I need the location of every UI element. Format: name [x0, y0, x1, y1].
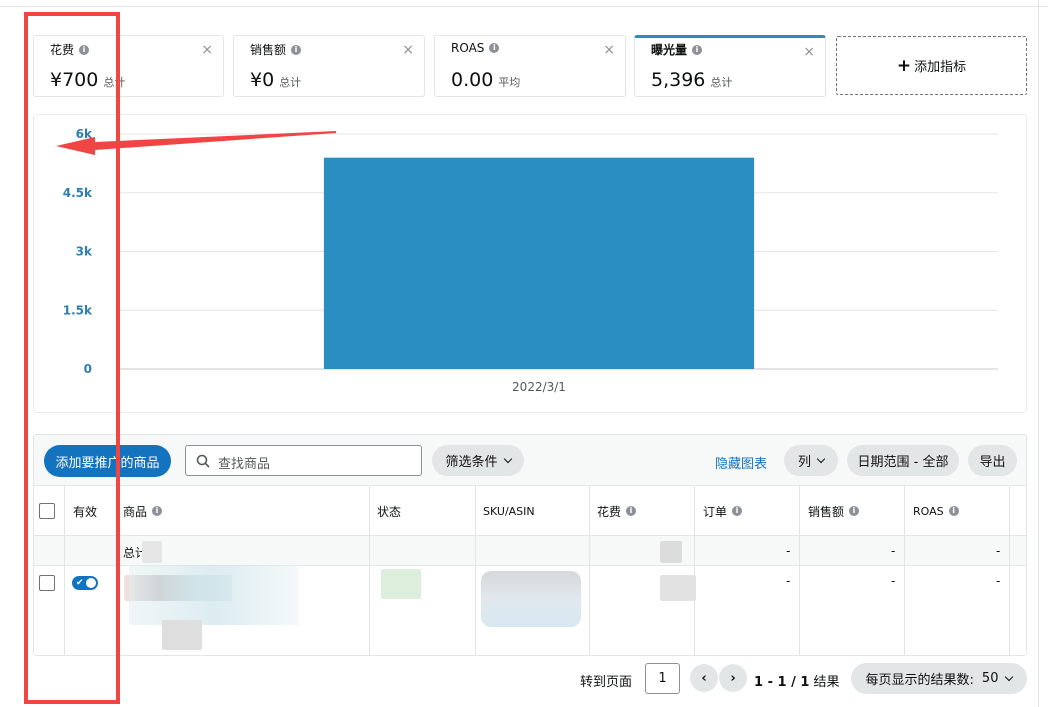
- column-divider: [475, 486, 476, 655]
- metric-card-sales[interactable]: 销售额 i × ¥0 总计: [233, 35, 425, 97]
- search-placeholder: 查找商品: [218, 457, 271, 472]
- right-divider: [1038, 0, 1039, 707]
- info-icon: i: [626, 506, 637, 516]
- metric-title: 销售额 i: [250, 41, 302, 58]
- redacted-status: [381, 569, 421, 599]
- column-divider: [1009, 486, 1010, 655]
- chevron-down-icon: [816, 454, 826, 463]
- prev-page-button[interactable]: ‹: [690, 664, 718, 692]
- x-tick-label: 2022/3/1: [512, 380, 566, 394]
- info-icon[interactable]: i: [489, 43, 500, 53]
- metric-title: 曝光量 i: [651, 41, 703, 58]
- total-orders: -: [786, 544, 791, 558]
- columns-dropdown[interactable]: 列: [784, 445, 838, 476]
- column-divider: [589, 486, 590, 655]
- plus-icon: +: [896, 55, 912, 76]
- column-divider: [799, 486, 800, 655]
- date-range-button[interactable]: 日期范围 - 全部: [847, 445, 959, 476]
- next-page-button[interactable]: ›: [719, 664, 747, 692]
- bar-chart: 01.5k3k4.5k6k2022/3/1: [63, 127, 998, 394]
- header-sku-asin[interactable]: SKU/ASIN: [483, 486, 535, 536]
- metric-value: 0.00: [451, 69, 494, 91]
- filter-label: 筛选条件: [445, 455, 498, 470]
- column-divider: [694, 486, 695, 655]
- goto-page-label: 转到页面: [580, 675, 633, 690]
- close-icon[interactable]: ×: [402, 42, 414, 58]
- table-row-total: 总计 - - -: [34, 536, 1026, 566]
- info-icon[interactable]: i: [291, 44, 302, 55]
- column-divider: [904, 486, 905, 655]
- per-page-dropdown[interactable]: 每页显示的结果数: 50: [851, 663, 1027, 694]
- info-icon: i: [948, 506, 959, 516]
- redacted-sku: [481, 571, 581, 627]
- chart-container: 0 1.5k 3k 4.5k 6k 2022/3/1: [33, 114, 1027, 413]
- export-button[interactable]: 导出: [968, 445, 1017, 476]
- info-icon: i: [732, 506, 743, 516]
- annotation-highlight-box: [24, 12, 120, 704]
- metric-sub: 平均: [498, 76, 521, 89]
- close-icon[interactable]: ×: [603, 42, 615, 58]
- add-metric-label: 添加指标: [914, 60, 967, 75]
- header-roas[interactable]: ROAS i: [913, 486, 959, 536]
- redacted-block: [142, 541, 162, 563]
- table-toolbar: 添加要推广的商品 查找商品 筛选条件 隐藏图表 列 日期范围 - 全部 导出: [34, 435, 1026, 486]
- header-status[interactable]: 状态: [377, 486, 401, 536]
- product-table-panel: 添加要推广的商品 查找商品 筛选条件 隐藏图表 列 日期范围 - 全部 导出 有…: [33, 434, 1027, 656]
- redacted-product-name: [129, 565, 299, 625]
- add-metric-button[interactable]: + 添加指标: [836, 36, 1027, 95]
- column-divider: [369, 486, 370, 655]
- metric-card-impressions[interactable]: 曝光量 i × 5,396 总计: [634, 35, 826, 97]
- metric-sub: 总计: [279, 76, 302, 89]
- search-icon: [196, 454, 210, 468]
- header-sales[interactable]: 销售额 i: [808, 486, 860, 536]
- item-roas: -: [996, 574, 1001, 588]
- search-input[interactable]: 查找商品: [185, 445, 422, 476]
- columns-label: 列: [797, 455, 811, 470]
- chevron-down-icon: [503, 454, 512, 463]
- metric-card-roas[interactable]: ROAS i × 0.00 平均: [434, 35, 626, 97]
- item-sales: -: [891, 574, 896, 588]
- redacted-block: [660, 541, 682, 563]
- bar: [323, 157, 755, 369]
- close-icon[interactable]: ×: [201, 42, 213, 58]
- close-icon[interactable]: ×: [803, 44, 815, 60]
- total-roas: -: [996, 544, 1001, 558]
- total-sales: -: [891, 544, 896, 558]
- result-count: 1 - 1 / 1 结果: [754, 675, 840, 690]
- chevron-down-icon: [1005, 672, 1014, 681]
- info-icon: i: [152, 506, 163, 516]
- page-number-input[interactable]: 1: [645, 663, 680, 694]
- header-orders[interactable]: 订单 i: [703, 486, 743, 536]
- metric-sub: 总计: [710, 76, 733, 89]
- top-divider: [0, 6, 1048, 7]
- metric-value: ¥0: [250, 69, 275, 91]
- per-page-value: 50: [981, 671, 999, 686]
- item-orders: -: [786, 574, 791, 588]
- filter-dropdown[interactable]: 筛选条件: [432, 445, 524, 476]
- table-header: 有效 商品 i 状态 SKU/ASIN 花费 i 订单 i 销售额 i ROAS i: [34, 486, 1026, 536]
- header-product[interactable]: 商品 i: [123, 486, 163, 536]
- metric-title: ROAS i: [451, 41, 500, 55]
- metric-value: 5,396: [651, 69, 706, 91]
- info-icon: i: [849, 506, 860, 516]
- redacted-block: [162, 620, 202, 650]
- info-icon[interactable]: i: [692, 44, 703, 55]
- per-page-label: 每页显示的结果数:: [865, 673, 974, 688]
- redacted-spend: [660, 575, 696, 601]
- header-spend[interactable]: 花费 i: [597, 486, 637, 536]
- hide-chart-link[interactable]: 隐藏图表: [715, 453, 767, 472]
